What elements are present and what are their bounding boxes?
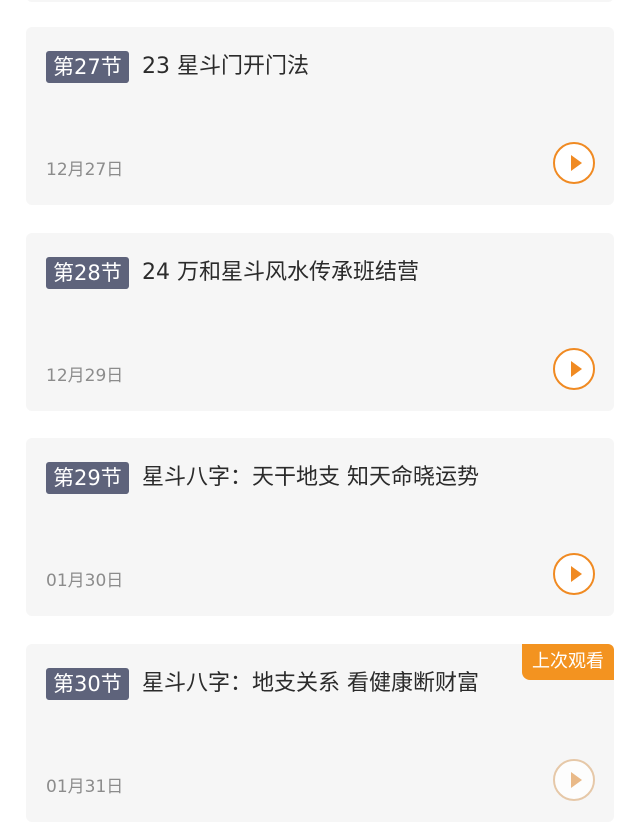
lesson-title[interactable]: 23 星斗门开门法 (142, 51, 309, 83)
lesson-number-tag: 第29节 (46, 462, 129, 494)
lesson-number-tag: 第27节 (46, 51, 129, 83)
lesson-title[interactable]: 24 万和星斗风水传承班结营 (142, 257, 419, 289)
lesson-title[interactable]: 星斗八字：天干地支 知天命晓运势 (142, 462, 479, 494)
lesson-card-29[interactable]: 第29节 星斗八字：天干地支 知天命晓运势 01月30日 (26, 438, 614, 616)
lesson-date: 12月27日 (46, 160, 124, 180)
play-icon[interactable] (553, 759, 595, 801)
lesson-card-30[interactable]: 上次观看 第30节 星斗八字：地支关系 看健康断财富 01月31日 (26, 644, 614, 822)
lesson-number-tag: 第30节 (46, 668, 129, 700)
play-icon[interactable] (553, 348, 595, 390)
lesson-date: 01月31日 (46, 777, 124, 797)
lesson-number-tag: 第28节 (46, 257, 129, 289)
lesson-title[interactable]: 星斗八字：地支关系 看健康断财富 (142, 668, 479, 700)
lesson-date: 01月30日 (46, 571, 124, 591)
lesson-card-27[interactable]: 第27节 23 星斗门开门法 12月27日 (26, 27, 614, 205)
lesson-date: 12月29日 (46, 366, 124, 386)
play-icon[interactable] (553, 553, 595, 595)
lesson-card-28[interactable]: 第28节 24 万和星斗风水传承班结营 12月29日 (26, 233, 614, 411)
last-watched-badge: 上次观看 (522, 644, 614, 680)
previous-lesson-card-edge (26, 0, 614, 2)
play-icon[interactable] (553, 142, 595, 184)
